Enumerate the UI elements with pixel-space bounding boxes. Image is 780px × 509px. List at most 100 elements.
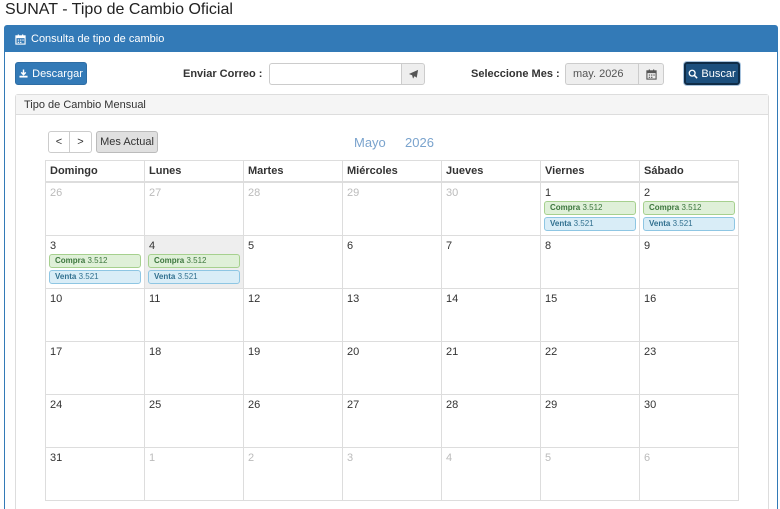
day-number: 31 [50, 451, 63, 464]
sell-rate-badge[interactable]: Venta 3.521 [148, 269, 240, 284]
calendar-day-cell[interactable]: 1 Compra 3.512 Venta 3.521 [540, 181, 640, 236]
buy-rate-badge[interactable]: Compra 3.512 [643, 200, 735, 215]
download-button-label: Descargar [32, 67, 83, 80]
calendar-day-cell[interactable]: 4 Compra 3.512 Venta 3.521 [144, 234, 244, 289]
page-title: SUNAT - Tipo de Cambio Oficial [5, 1, 233, 18]
calendar-day-cell[interactable]: 7 [441, 234, 541, 289]
calendar-day-cell[interactable]: 23 [639, 340, 739, 395]
month-input[interactable]: may. 2026 [565, 63, 638, 85]
day-number: 3 [50, 239, 57, 252]
day-number: 22 [545, 345, 558, 358]
calendar-month-title: Mayo [354, 135, 386, 150]
calendar-day-cell[interactable]: 31 [45, 446, 145, 501]
calendar-day-cell[interactable]: 25 [144, 393, 244, 448]
buy-rate-value: 3.512 [87, 255, 108, 265]
prev-month-button[interactable]: < [48, 131, 70, 153]
sell-rate-value: 3.521 [177, 271, 198, 281]
search-icon [688, 69, 699, 79]
calendar-day-cell[interactable]: 6 [639, 446, 739, 501]
calendar-day-cell[interactable]: 1 [144, 446, 244, 501]
calendar-day-cell[interactable]: 28 [243, 181, 343, 236]
calendar-day-cell[interactable]: 5 [540, 446, 640, 501]
day-number: 9 [644, 239, 651, 252]
calendar-day-cell[interactable]: 26 [243, 393, 343, 448]
sell-rate-value: 3.521 [573, 218, 594, 228]
email-input[interactable] [269, 63, 401, 85]
weekday-header: Martes [243, 160, 343, 183]
weekday-header: Lunes [144, 160, 244, 183]
calendar-day-cell[interactable]: 24 [45, 393, 145, 448]
day-number: 5 [248, 239, 255, 252]
current-month-button[interactable]: Mes Actual [96, 131, 158, 153]
weekday-header: Miércoles [342, 160, 442, 183]
send-email-button[interactable] [401, 63, 425, 85]
calendar-day-cell[interactable]: 18 [144, 340, 244, 395]
buy-rate-label: Compra [649, 202, 680, 212]
day-number: 16 [644, 292, 657, 305]
panel-heading: Consulta de tipo de cambio [5, 26, 777, 52]
day-number: 26 [248, 398, 261, 411]
day-number: 28 [446, 398, 459, 411]
sell-rate-badge[interactable]: Venta 3.521 [643, 216, 735, 231]
buy-rate-value: 3.512 [186, 255, 207, 265]
calendar-week-row: 24 25 26 27 28 29 30 [45, 393, 739, 448]
calendar-day-cell[interactable]: 2 Compra 3.512 Venta 3.521 [639, 181, 739, 236]
day-number: 30 [644, 398, 657, 411]
sell-rate-badge[interactable]: Venta 3.521 [544, 216, 636, 231]
paper-plane-icon [408, 69, 418, 79]
buy-rate-badge[interactable]: Compra 3.512 [49, 253, 141, 268]
calendar-day-cell[interactable]: 28 [441, 393, 541, 448]
calendar-day-cell[interactable]: 27 [342, 393, 442, 448]
calendar-day-cell[interactable]: 8 [540, 234, 640, 289]
calendar-day-cell[interactable]: 16 [639, 287, 739, 342]
sell-rate-badge[interactable]: Venta 3.521 [49, 269, 141, 284]
buy-rate-label: Compra [154, 255, 185, 265]
calendar-day-cell[interactable]: 3 Compra 3.512 Venta 3.521 [45, 234, 145, 289]
month-picker-button[interactable] [638, 63, 664, 85]
calendar-icon [645, 68, 657, 80]
sell-rate-label: Venta [649, 218, 671, 228]
calendar-day-cell[interactable]: 21 [441, 340, 541, 395]
calendar-day-cell[interactable]: 10 [45, 287, 145, 342]
calendar-day-cell[interactable]: 11 [144, 287, 244, 342]
calendar-day-cell[interactable]: 2 [243, 446, 343, 501]
calendar-day-cell[interactable]: 12 [243, 287, 343, 342]
calendar-day-cell[interactable]: 4 [441, 446, 541, 501]
calendar-day-cell[interactable]: 19 [243, 340, 343, 395]
calendar-day-cell[interactable]: 5 [243, 234, 343, 289]
calendar-day-cell[interactable]: 29 [342, 181, 442, 236]
calendar-day-cell[interactable]: 3 [342, 446, 442, 501]
day-number: 12 [248, 292, 261, 305]
next-month-button[interactable]: > [70, 131, 92, 153]
calendar-day-cell[interactable]: 22 [540, 340, 640, 395]
buy-rate-value: 3.512 [681, 202, 702, 212]
calendar-day-cell[interactable]: 13 [342, 287, 442, 342]
weekday-header: Viernes [540, 160, 640, 183]
calendar-day-cell[interactable]: 15 [540, 287, 640, 342]
day-number: 11 [149, 292, 161, 305]
calendar-day-cell[interactable]: 29 [540, 393, 640, 448]
calendar-day-cell[interactable]: 14 [441, 287, 541, 342]
day-number: 28 [248, 186, 261, 199]
calendar-week-row: 26 27 28 29 30 1 Compra 3.512 Venta 3.521 2 Compr… [45, 181, 739, 236]
buy-rate-badge[interactable]: Compra 3.512 [148, 253, 240, 268]
calendar-day-cell[interactable]: 17 [45, 340, 145, 395]
buy-rate-badge[interactable]: Compra 3.512 [544, 200, 636, 215]
calendar-icon [15, 33, 26, 45]
sell-rate-value: 3.521 [78, 271, 99, 281]
calendar-day-cell[interactable]: 27 [144, 181, 244, 236]
weekday-header: Jueves [441, 160, 541, 183]
calendar-day-cell[interactable]: 30 [639, 393, 739, 448]
sell-rate-label: Venta [550, 218, 572, 228]
day-number: 1 [149, 451, 156, 464]
exchange-rate-panel: Consulta de tipo de cambio Descargar Env… [4, 25, 778, 509]
calendar-year-title: 2026 [405, 135, 434, 150]
calendar-day-cell[interactable]: 26 [45, 181, 145, 236]
calendar-day-cell[interactable]: 30 [441, 181, 541, 236]
calendar-day-cell[interactable]: 20 [342, 340, 442, 395]
calendar-day-cell[interactable]: 6 [342, 234, 442, 289]
calendar-week-row: 31 1 2 3 4 5 6 [45, 446, 739, 501]
search-button[interactable]: Buscar [684, 62, 740, 85]
calendar-day-cell[interactable]: 9 [639, 234, 739, 289]
download-button[interactable]: Descargar [15, 62, 87, 85]
